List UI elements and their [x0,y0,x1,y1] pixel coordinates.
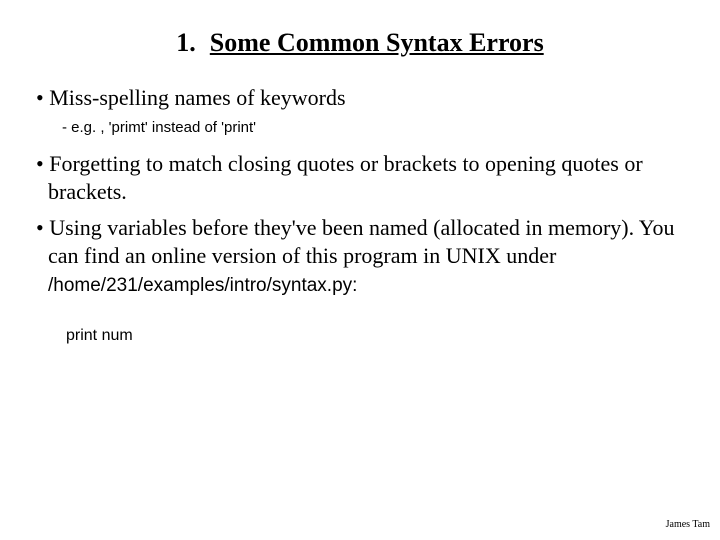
sub-bullet-example: - e.g. , 'primt' instead of 'print' [62,119,688,136]
title-text: Some Common Syntax Errors [210,28,544,57]
footer-author: James Tam [666,519,710,530]
bullet-text: Miss-spelling names of keywords [49,85,345,110]
bullet-misspelling: Miss-spelling names of keywords [32,84,688,113]
bullet-text: Using variables before they've been name… [48,215,674,268]
bullet-text: Forgetting to match closing quotes or br… [48,151,643,204]
slide-title: 1. Some Common Syntax Errors [32,28,688,58]
title-number: 1. [176,28,196,57]
bullet-variables: Using variables before they've been name… [32,214,688,299]
code-snippet: print num [66,327,688,345]
bullet-brackets: Forgetting to match closing quotes or br… [32,150,688,206]
code-path: /home/231/examples/intro/syntax.py: [48,275,357,296]
